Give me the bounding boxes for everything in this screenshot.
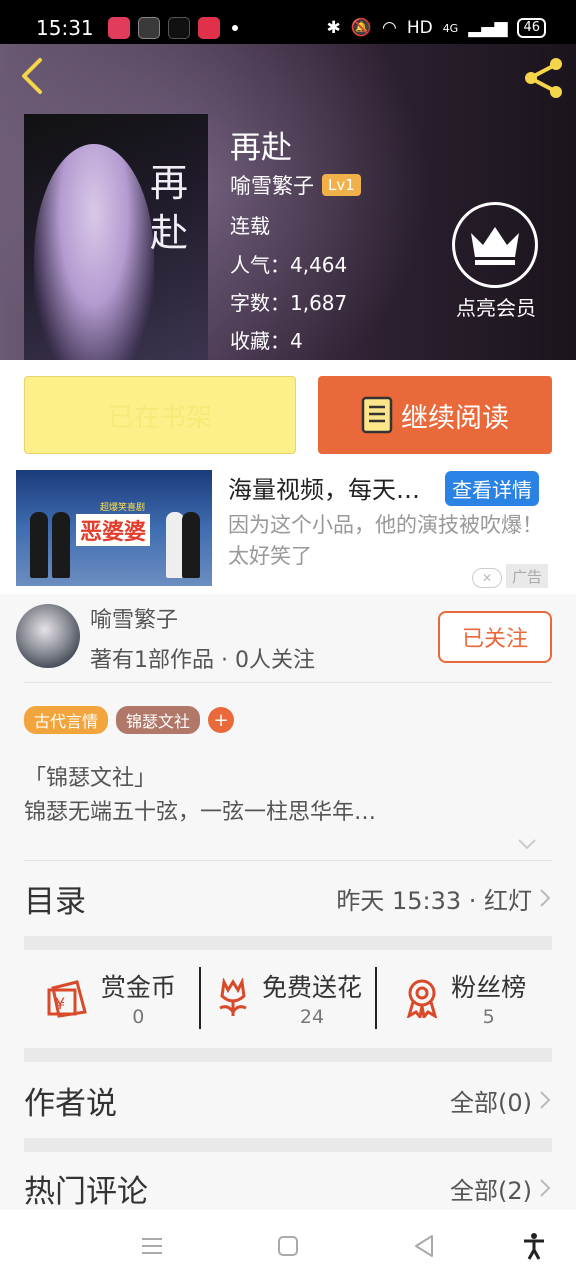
author-card[interactable]: 喻雪繁子 著有1部作品 · 0人关注 已关注 xyxy=(0,594,576,682)
book-word-count: 字数：1,687 xyxy=(230,291,348,315)
fan-ranking-button[interactable]: 粉丝榜 5 xyxy=(377,962,552,1034)
book-title: 再赴 xyxy=(230,130,292,166)
stat-value: 24 xyxy=(299,1006,325,1028)
book-icon xyxy=(361,396,393,434)
chevron-right-icon xyxy=(540,1091,551,1109)
battery-icon: 46 xyxy=(517,18,546,38)
member-label: 点亮会员 xyxy=(456,296,536,320)
on-shelf-button[interactable]: 已在书架 xyxy=(24,376,296,454)
ad-figure xyxy=(182,512,200,578)
tag-list: 古代言情 锦瑟文社 + xyxy=(24,706,235,734)
svg-text:¥: ¥ xyxy=(55,994,65,1013)
table-of-contents-row[interactable]: 目录 昨天 15:33 · 红灯 xyxy=(24,872,552,924)
book-description[interactable]: 「锦瑟文社」 锦瑟无端五十弦，一弦一柱思华年… xyxy=(24,762,552,830)
ad-figure xyxy=(30,512,48,578)
accessibility-icon[interactable] xyxy=(520,1232,548,1260)
author-card-stats: 著有1部作品 · 0人关注 xyxy=(90,648,315,673)
book-status: 连载 xyxy=(230,214,270,238)
system-navigation-bar xyxy=(0,1210,576,1280)
author-says-link: 全部(0) xyxy=(450,1088,532,1117)
ad-image[interactable]: 超爆笑喜剧 恶婆婆 xyxy=(16,470,212,586)
stat-value: 0 xyxy=(132,1006,145,1028)
ad-banner[interactable]: 超爆笑喜剧 恶婆婆 海量视频，每天都有新内容 查看详情 因为这个小品，他的演技被… xyxy=(0,466,576,594)
toc-title: 目录 xyxy=(24,883,86,920)
book-cover[interactable]: 再赴 xyxy=(24,114,208,360)
app-notification-icon xyxy=(107,17,130,39)
section-separator xyxy=(24,1048,552,1062)
tag-society[interactable]: 锦瑟文社 xyxy=(116,706,201,734)
description-line: 「锦瑟文社」 xyxy=(24,766,157,791)
stat-value: 5 xyxy=(482,1006,495,1028)
continue-reading-label: 继续阅读 xyxy=(401,402,509,434)
continue-reading-button[interactable]: 继续阅读 xyxy=(318,376,552,454)
signal-icon: ▂▄▆ xyxy=(468,18,508,38)
description-line: 锦瑟无端五十弦，一弦一柱思华年… xyxy=(24,800,377,825)
book-favorites: 收藏：4 xyxy=(230,329,303,353)
reward-coin-button[interactable]: ¥ 赏金币 0 xyxy=(24,962,199,1034)
avatar[interactable] xyxy=(16,604,80,668)
send-flower-button[interactable]: 免费送花 24 xyxy=(201,962,376,1034)
cover-illustration xyxy=(34,144,154,360)
mute-icon: 🔕 xyxy=(350,18,372,38)
hot-comments-link: 全部(2) xyxy=(450,1176,532,1205)
app-notification-icon xyxy=(197,17,220,39)
divider xyxy=(24,860,552,861)
member-button[interactable]: 点亮会员 xyxy=(452,202,540,321)
bluetooth-icon: ✱ xyxy=(326,18,341,38)
tiktok-icon xyxy=(167,17,190,39)
divider xyxy=(24,682,552,683)
author-card-name: 喻雪繁子 xyxy=(90,608,179,633)
signal-type: 4G xyxy=(442,21,459,35)
more-notifications-icon xyxy=(231,25,238,31)
action-bar: 已在书架 继续阅读 xyxy=(0,360,576,470)
chevron-right-icon xyxy=(540,889,551,907)
stat-label: 赏金币 xyxy=(100,973,176,1002)
menu-icon[interactable] xyxy=(138,1232,166,1260)
ad-detail-button[interactable]: 查看详情 xyxy=(445,471,539,506)
status-icons: ✱ 🔕 ◠ HD 4G ▂▄▆ 46 xyxy=(327,18,546,38)
add-tag-icon[interactable]: + xyxy=(208,707,235,733)
flower-icon xyxy=(219,978,247,1016)
ad-tag: 广告 xyxy=(506,564,549,588)
hot-comments-row[interactable]: 热门评论 全部(2) xyxy=(24,1162,552,1214)
toc-latest: 昨天 15:33 · 红灯 xyxy=(336,886,532,915)
stat-label: 免费送花 xyxy=(262,973,363,1002)
author-says-title: 作者说 xyxy=(24,1085,117,1122)
follow-button[interactable]: 已关注 xyxy=(438,611,552,663)
back-button[interactable] xyxy=(14,56,50,96)
book-header: 再赴 再赴 喻雪繁子 Lv1 连载 人气：4,464 字数：1,687 收藏：4… xyxy=(0,44,576,360)
ad-image-subtitle: 超爆笑喜剧 xyxy=(100,503,146,513)
hot-comments-title: 热门评论 xyxy=(24,1173,148,1210)
coin-envelope-icon: ¥ xyxy=(47,980,87,1018)
medal-icon xyxy=(407,979,438,1018)
author-line[interactable]: 喻雪繁子 Lv1 xyxy=(230,170,361,200)
expand-chevron-icon[interactable] xyxy=(516,836,538,852)
section-separator xyxy=(24,1138,552,1152)
on-shelf-label: 已在书架 xyxy=(107,402,212,433)
ad-figure xyxy=(52,512,70,578)
tag-genre[interactable]: 古代言情 xyxy=(24,706,109,734)
status-time: 15:31 xyxy=(36,16,94,40)
author-level-badge: Lv1 xyxy=(322,174,361,196)
stat-label: 粉丝榜 xyxy=(451,973,527,1002)
wifi-icon: ◠ xyxy=(381,18,397,38)
app-notification-icon xyxy=(137,17,160,39)
stats-row: ¥ 赏金币 0 免费送花 24 粉丝榜 5 xyxy=(24,962,552,1034)
share-button[interactable] xyxy=(522,56,566,100)
home-icon[interactable] xyxy=(274,1232,302,1260)
book-popularity: 人气：4,464 xyxy=(230,253,348,277)
section-separator xyxy=(24,936,552,950)
author-says-row[interactable]: 作者说 全部(0) xyxy=(24,1074,552,1126)
ad-description: 因为这个小品，他的演技被吹爆！太好笑了 xyxy=(228,513,543,568)
network-type: HD xyxy=(406,18,433,38)
author-name: 喻雪繁子 xyxy=(230,174,314,198)
chevron-right-icon xyxy=(540,1179,551,1197)
crown-icon xyxy=(452,202,538,288)
ad-close-icon[interactable]: ✕ xyxy=(472,568,502,588)
ad-image-title: 恶婆婆 xyxy=(76,514,151,546)
cover-title: 再赴 xyxy=(150,161,189,255)
back-nav-icon[interactable] xyxy=(410,1232,438,1260)
ad-headline: 海量视频，每天都有新内容 xyxy=(228,476,433,504)
